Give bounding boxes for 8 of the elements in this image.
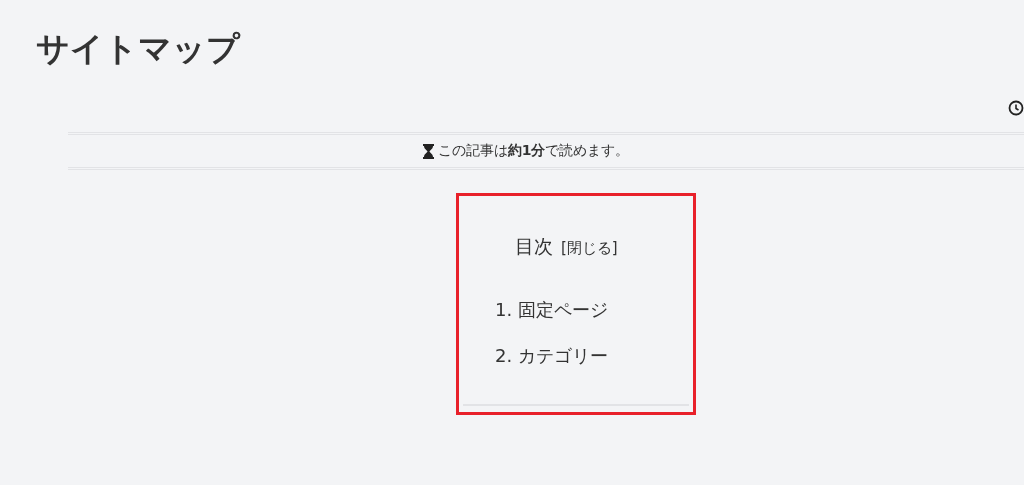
clock-icon [1008, 100, 1024, 116]
toc-toggle-link[interactable]: [閉じる] [561, 239, 618, 258]
hourglass-icon [422, 143, 434, 159]
page-title: サイトマップ [36, 28, 242, 70]
reading-time-text: この記事は約1分で読めます。 [437, 142, 630, 160]
toc-item-link[interactable]: 1. 固定ページ [495, 298, 608, 322]
toc-item-link[interactable]: 2. カテゴリー [495, 344, 608, 368]
toc-title: 目次 [515, 234, 553, 259]
